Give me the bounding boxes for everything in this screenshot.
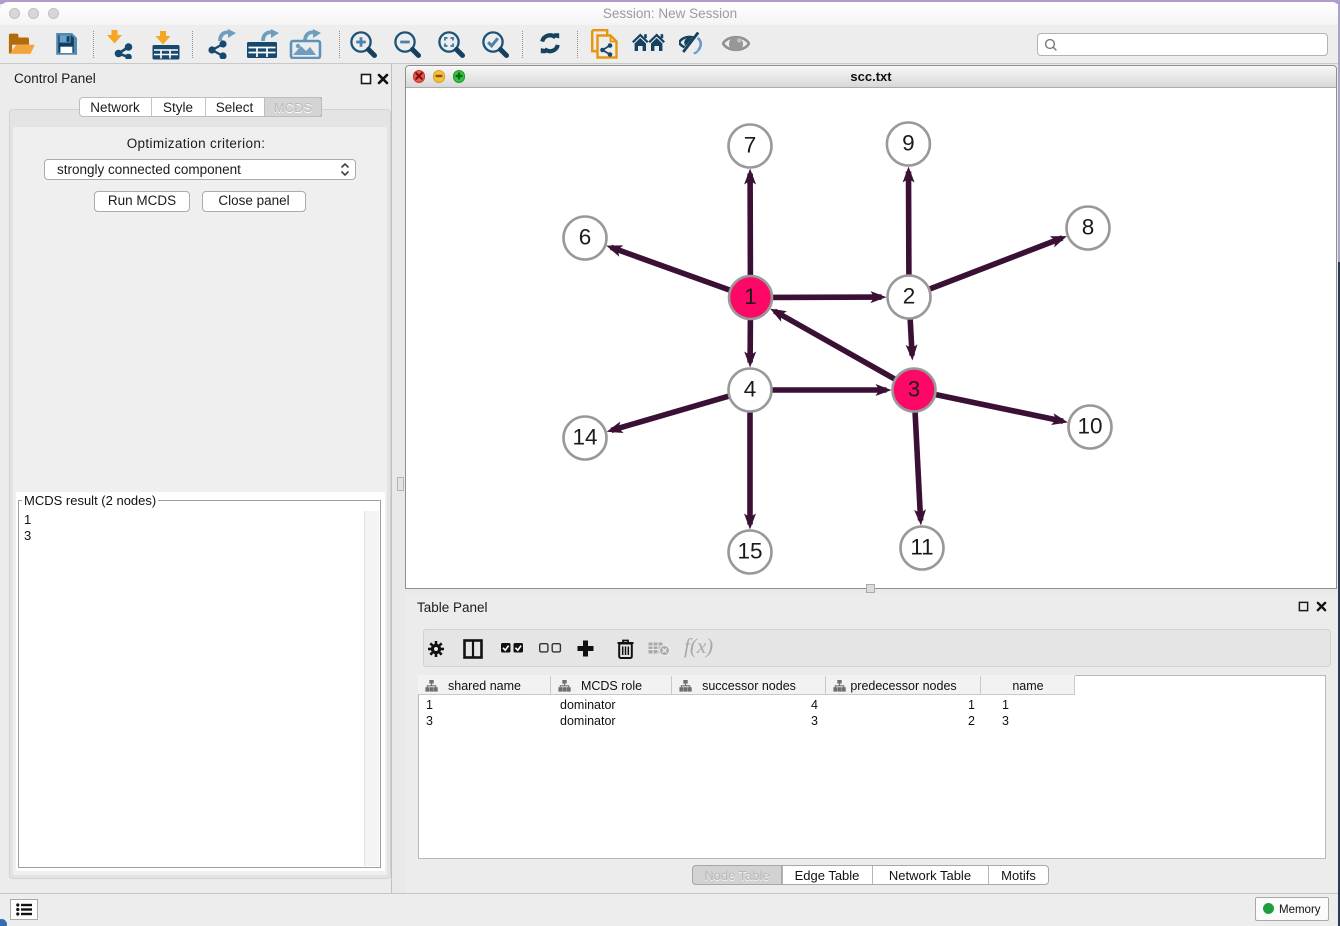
svg-text:4: 4: [744, 377, 757, 402]
svg-text:1: 1: [744, 284, 757, 309]
svg-text:9: 9: [902, 131, 915, 156]
svg-text:2: 2: [903, 284, 916, 309]
svg-text:6: 6: [579, 225, 592, 250]
svg-text:10: 10: [1077, 414, 1102, 439]
svg-text:15: 15: [737, 539, 762, 564]
svg-text:8: 8: [1082, 215, 1095, 240]
svg-text:14: 14: [572, 425, 597, 450]
svg-text:7: 7: [744, 133, 757, 158]
svg-text:11: 11: [910, 535, 933, 560]
svg-text:3: 3: [908, 377, 921, 402]
